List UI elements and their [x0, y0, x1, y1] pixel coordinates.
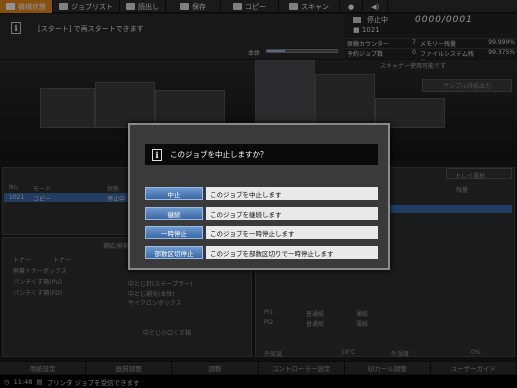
info-icon: i — [152, 148, 162, 161]
dialog-title: このジョブを中止しますか？ — [170, 150, 268, 159]
stop-job-dialog: i このジョブを中止しますか？ 中止 このジョブを中止します 継続 このジョブを… — [128, 123, 390, 270]
dialog-option-set-pause: 部数区切停止 このジョブを部数区切りで一時停止します — [145, 246, 378, 259]
dialog-option-stop: 中止 このジョブを中止します — [145, 187, 378, 200]
continue-description: このジョブを継続します — [206, 207, 378, 220]
continue-button[interactable]: 継続 — [145, 207, 203, 220]
stop-description: このジョブを中止します — [206, 187, 378, 200]
dialog-header: i このジョブを中止しますか？ — [145, 144, 378, 165]
dialog-option-continue: 継続 このジョブを継続します — [145, 207, 378, 220]
dialog-option-pause: 一時停止 このジョブを一時停止します — [145, 226, 378, 239]
stop-button[interactable]: 中止 — [145, 187, 203, 200]
pause-description: このジョブを一時停止します — [206, 226, 378, 239]
pause-button[interactable]: 一時停止 — [145, 226, 203, 239]
set-pause-button[interactable]: 部数区切停止 — [145, 246, 203, 259]
set-pause-description: このジョブを部数区切りで一時停止します — [206, 246, 378, 259]
